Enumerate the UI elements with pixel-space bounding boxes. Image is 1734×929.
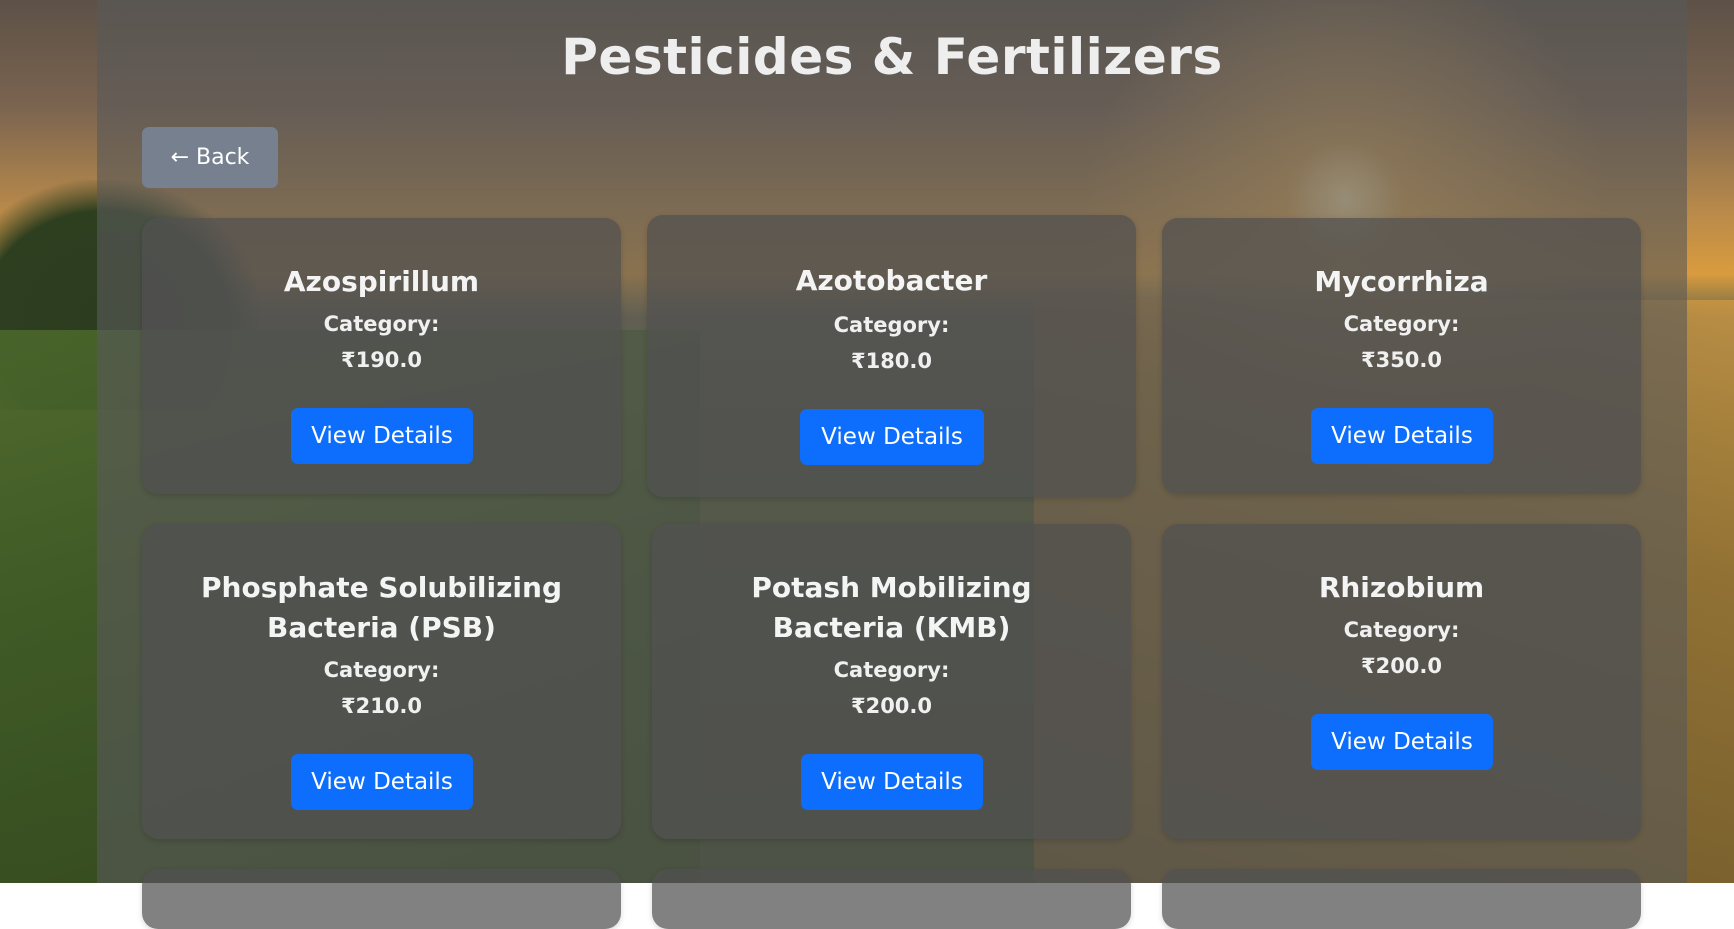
view-details-button[interactable]: View Details	[1311, 714, 1493, 770]
product-category: Category:	[1343, 618, 1460, 642]
product-name: Rhizobium	[1318, 571, 1485, 604]
product-card-azotobacter: Azotobacter Category: ₹180.0 View Detail…	[647, 215, 1136, 497]
product-name: Azospirillum	[283, 265, 480, 298]
view-details-button[interactable]: View Details	[291, 408, 473, 464]
product-name: Phosphate Solubilizing Bacteria (PSB)	[201, 571, 562, 644]
product-card-partial	[142, 869, 621, 929]
product-name: Mycorrhiza	[1314, 265, 1489, 298]
view-details-button[interactable]: View Details	[291, 754, 473, 810]
back-button[interactable]: ← Back	[142, 127, 278, 188]
product-card-mycorrhiza: Mycorrhiza Category: ₹350.0 View Details	[1162, 218, 1641, 494]
page-title: Pesticides & Fertilizers	[561, 28, 1223, 86]
product-price: ₹190.0	[340, 348, 423, 372]
product-card-partial	[652, 869, 1131, 929]
product-card-psb: Phosphate Solubilizing Bacteria (PSB) Ca…	[142, 524, 621, 839]
product-category: Category:	[323, 312, 440, 336]
product-card-azospirillum: Azospirillum Category: ₹190.0 View Detai…	[142, 218, 621, 494]
product-card-partial	[1162, 869, 1641, 929]
product-category: Category:	[833, 313, 950, 337]
product-price: ₹180.0	[850, 349, 933, 373]
product-category: Category:	[833, 658, 950, 682]
product-category: Category:	[323, 658, 440, 682]
view-details-button[interactable]: View Details	[800, 409, 984, 465]
product-price: ₹350.0	[1360, 348, 1443, 372]
product-price: ₹210.0	[340, 694, 423, 718]
product-price: ₹200.0	[1360, 654, 1443, 678]
product-price: ₹200.0	[850, 694, 933, 718]
view-details-button[interactable]: View Details	[801, 754, 983, 810]
product-name: Potash Mobilizing Bacteria (KMB)	[751, 571, 1032, 644]
product-card-kmb: Potash Mobilizing Bacteria (KMB) Categor…	[652, 524, 1131, 839]
content-panel: Pesticides & Fertilizers ← Back Azospiri…	[97, 0, 1687, 929]
product-card-rhizobium: Rhizobium Category: ₹200.0 View Details	[1162, 524, 1641, 839]
view-details-button[interactable]: View Details	[1311, 408, 1493, 464]
product-category: Category:	[1343, 312, 1460, 336]
product-name: Azotobacter	[795, 264, 988, 297]
